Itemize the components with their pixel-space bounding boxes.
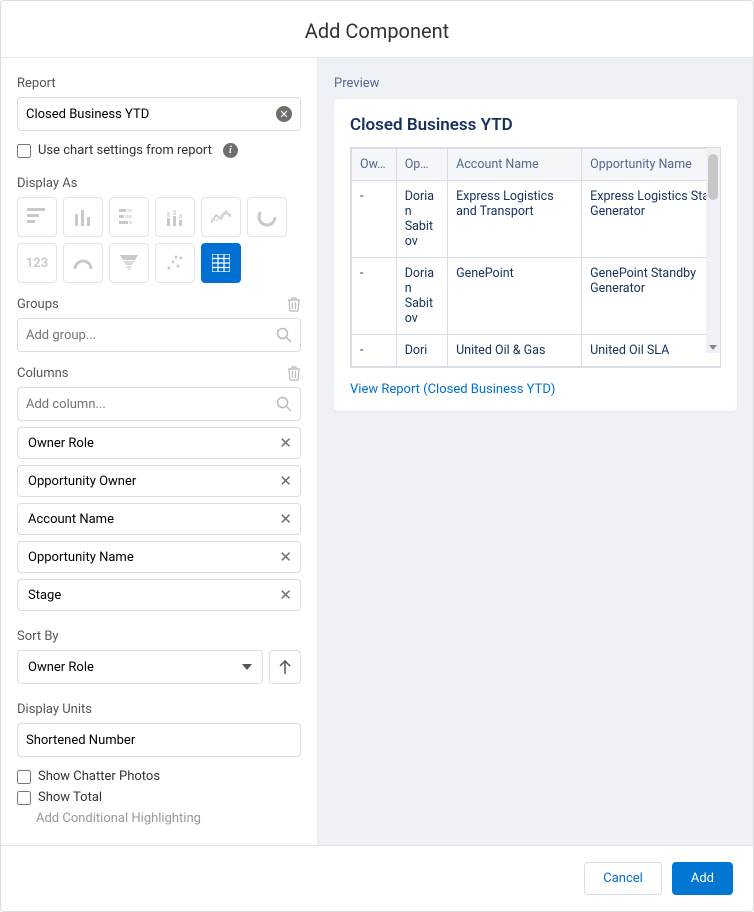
report-label: Report — [17, 76, 301, 91]
modal-title: Add Component — [1, 19, 753, 43]
show-chatter-checkbox[interactable] — [17, 770, 31, 784]
chart-type-gauge-icon[interactable] — [63, 243, 103, 283]
show-total-label: Show Total — [38, 790, 102, 805]
display-as-label: Display As — [17, 176, 301, 191]
column-item-label: Opportunity Owner — [28, 474, 136, 489]
view-report-link[interactable]: View Report (Closed Business YTD) — [350, 382, 721, 397]
column-item-label: Owner Role — [28, 436, 94, 451]
groups-label: Groups — [17, 297, 59, 312]
chart-type-stacked-vbar-icon[interactable] — [155, 197, 195, 237]
report-field[interactable]: ✕ — [17, 97, 301, 131]
remove-column-icon[interactable]: ✕ — [279, 548, 292, 566]
chart-type-funnel-icon[interactable] — [109, 243, 149, 283]
preview-table-scroll[interactable]: Ow… Op… Account Name Opportunity Name S … — [351, 148, 720, 367]
add-group-field[interactable] — [17, 318, 301, 352]
report-input[interactable] — [26, 107, 276, 122]
add-conditional-row[interactable]: Add Conditional Highlighting — [17, 811, 301, 826]
preview-title: Closed Business YTD — [350, 115, 721, 135]
column-item[interactable]: Owner Role ✕ — [17, 427, 301, 459]
column-item[interactable]: Stage ✕ — [17, 579, 301, 611]
search-icon — [276, 327, 292, 343]
preview-label: Preview — [334, 76, 737, 91]
column-item[interactable]: Opportunity Owner ✕ — [17, 465, 301, 497]
table-header[interactable]: Op… — [396, 149, 447, 181]
remove-column-icon[interactable]: ✕ — [279, 472, 292, 490]
column-item[interactable]: Account Name ✕ — [17, 503, 301, 535]
display-units-label: Display Units — [17, 702, 301, 717]
config-panel-scroll[interactable]: Report ✕ Use chart settings from report … — [1, 58, 318, 845]
chart-type-stacked-hbar-icon[interactable] — [109, 197, 149, 237]
preview-table: Ow… Op… Account Name Opportunity Name S … — [351, 148, 720, 367]
sort-by-label: Sort By — [17, 629, 301, 644]
modal-footer: Cancel Add — [1, 845, 753, 911]
preview-card: Closed Business YTD Ow… Op… Accoun — [334, 99, 737, 411]
add-group-input[interactable] — [26, 328, 276, 343]
display-units-value: Shortened Number — [26, 733, 135, 748]
sort-by-select[interactable]: Owner Role — [17, 650, 263, 684]
column-item-label: Opportunity Name — [28, 550, 134, 565]
chart-type-table-icon[interactable] — [201, 243, 241, 283]
preview-table-wrap: Ow… Op… Account Name Opportunity Name S … — [350, 147, 721, 368]
sort-direction-button[interactable] — [269, 650, 301, 684]
show-total-checkbox[interactable] — [17, 791, 31, 805]
chart-type-line-icon[interactable] — [201, 197, 241, 237]
delete-groups-icon[interactable] — [287, 297, 301, 312]
add-column-input[interactable] — [26, 397, 276, 412]
column-item-label: Account Name — [28, 512, 114, 527]
sort-by-value: Owner Role — [28, 660, 94, 675]
remove-column-icon[interactable]: ✕ — [279, 434, 292, 452]
chart-settings-checkbox[interactable] — [17, 144, 31, 158]
add-button[interactable]: Add — [672, 862, 733, 895]
show-chatter-row[interactable]: Show Chatter Photos — [17, 769, 301, 784]
remove-column-icon[interactable]: ✕ — [279, 510, 292, 528]
chart-settings-label: Use chart settings from report — [38, 143, 212, 158]
modal-header: Add Component — [1, 1, 753, 58]
columns-label: Columns — [17, 366, 69, 381]
table-header[interactable]: Account Name — [448, 149, 582, 181]
info-icon[interactable]: i — [223, 143, 238, 158]
add-column-field[interactable] — [17, 387, 301, 421]
chart-type-hbar-icon[interactable] — [17, 197, 57, 237]
table-row: - Dorian Sabitov Express Logistics and T… — [352, 181, 721, 258]
add-conditional-label: Add Conditional Highlighting — [36, 811, 201, 826]
table-header[interactable]: Ow… — [352, 149, 397, 181]
clear-report-icon[interactable]: ✕ — [276, 106, 292, 122]
chevron-down-icon — [242, 664, 252, 670]
remove-column-icon[interactable]: ✕ — [279, 586, 292, 604]
display-as-grid: 123 — [17, 197, 301, 283]
show-chatter-label: Show Chatter Photos — [38, 769, 160, 784]
table-row: - Dori United Oil & Gas United Oil SLA C — [352, 335, 721, 367]
chart-settings-row[interactable]: Use chart settings from report i — [17, 143, 301, 158]
vertical-scrollbar[interactable] — [706, 148, 720, 353]
chart-type-vbar-icon[interactable] — [63, 197, 103, 237]
column-item[interactable]: Opportunity Name ✕ — [17, 541, 301, 573]
chart-type-metric-icon[interactable]: 123 — [17, 243, 57, 283]
chart-type-donut-icon[interactable] — [247, 197, 287, 237]
delete-columns-icon[interactable] — [287, 366, 301, 381]
display-units-select[interactable]: Shortened Number — [17, 723, 301, 757]
table-header[interactable]: Opportunity Name — [582, 149, 720, 181]
table-row: - Dorian Sabitov GenePoint GenePoint Sta… — [352, 258, 721, 335]
chart-type-scatter-icon[interactable] — [155, 243, 195, 283]
preview-panel: Preview Closed Business YTD Ow… Op… — [318, 58, 753, 845]
search-icon — [276, 396, 292, 412]
cancel-button[interactable]: Cancel — [584, 862, 662, 895]
show-total-row[interactable]: Show Total — [17, 790, 301, 805]
column-item-label: Stage — [28, 588, 61, 603]
